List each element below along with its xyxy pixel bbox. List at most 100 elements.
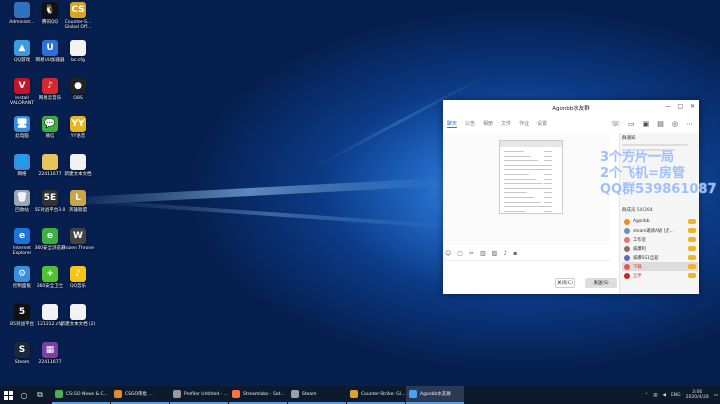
- desktop-icon[interactable]: 新建文本文档 (2): [60, 304, 96, 342]
- folder-icon[interactable]: ▥: [480, 250, 486, 257]
- chat-tab[interactable]: 作业: [519, 120, 529, 128]
- desktop-icon[interactable]: CS Counter-S... Global Off...: [60, 2, 96, 40]
- taskbar-app-label: Profiler Untitled - ...: [184, 391, 228, 397]
- app-icon: +: [42, 266, 58, 282]
- desktop-icon[interactable]: ● OBS: [60, 78, 96, 116]
- member-count: 群成员 54/264: [622, 208, 653, 213]
- app-icon: 5: [14, 304, 30, 320]
- chat-tab[interactable]: 文件: [501, 120, 511, 128]
- desktop-icon-label: 新建文本文档: [64, 172, 92, 177]
- desktop-icon[interactable]: YY YY语音: [60, 116, 96, 154]
- member-item[interactable]: 互伴: [622, 271, 698, 280]
- desktop-icon-label: YY语音: [70, 134, 86, 139]
- taskbar-app-button[interactable]: Agonbb水友群: [406, 386, 464, 404]
- notice-title: 群通知: [622, 136, 636, 141]
- desktop-icon[interactable]: 新建文本文档: [60, 154, 96, 192]
- taskbar-app-button[interactable]: Steam: [288, 386, 346, 404]
- notification-icon[interactable]: ▭: [714, 393, 718, 398]
- emoji-icon[interactable]: ☺: [445, 250, 451, 257]
- screen-share-icon[interactable]: ▣: [643, 120, 650, 128]
- phone-icon[interactable]: ☏: [611, 120, 620, 128]
- taskbar-app-button[interactable]: Counter-Strike: Gl...: [347, 386, 405, 404]
- scissors-icon[interactable]: ✂: [469, 250, 474, 257]
- app-icon[interactable]: ▤: [657, 120, 664, 128]
- tray-icon[interactable]: ⌃: [644, 393, 648, 398]
- taskbar: ○ ⧉ CS:GO News & C... CSGO审批 ... Profiler …: [0, 386, 720, 404]
- member-name: 威爆SS1旦超: [633, 255, 659, 261]
- image-icon[interactable]: ▧: [492, 250, 498, 257]
- close-icon[interactable]: ✕: [690, 103, 695, 110]
- close-button[interactable]: 关闭(C): [555, 278, 575, 288]
- doc-row: [544, 160, 552, 162]
- member-name: 下载: [633, 264, 642, 270]
- chat-tab[interactable]: 聊天: [447, 120, 458, 128]
- app-icon: [291, 390, 299, 398]
- maximize-icon[interactable]: □: [677, 103, 683, 110]
- avatar: [624, 254, 630, 261]
- desktop-icon-label: 英雄联盟: [69, 208, 87, 213]
- input-lang[interactable]: ENG: [671, 393, 681, 398]
- taskbar-app-label: Streamlabs - Sat...: [243, 391, 285, 397]
- doc-row: [544, 187, 552, 189]
- avatar: [624, 236, 630, 243]
- desktop-icon[interactable]: ♪ QQ音乐: [60, 266, 96, 304]
- window-titlebar[interactable]: Agonbb水友群 — □ ✕: [443, 100, 699, 116]
- gif-icon[interactable]: ▢: [457, 250, 463, 257]
- desktop-icon-label: 22411677: [38, 360, 62, 365]
- avatar: [624, 245, 630, 252]
- minimize-icon[interactable]: —: [665, 103, 671, 110]
- chat-tab[interactable]: 设置: [537, 120, 547, 128]
- task-view-icon[interactable]: ⧉: [32, 386, 48, 404]
- windows-logo-icon: [3, 390, 13, 400]
- desktop-icon[interactable]: ▦ 22411677: [32, 342, 68, 380]
- member-level-badge: [688, 264, 696, 269]
- chat-tab[interactable]: 相册: [483, 120, 493, 128]
- video-icon[interactable]: ▭: [628, 120, 635, 128]
- app-icon: ⚙: [14, 266, 30, 282]
- shared-screenshot-image[interactable]: [499, 140, 563, 214]
- start-button[interactable]: [0, 386, 16, 404]
- desktop-icon[interactable]: L 英雄联盟: [60, 190, 96, 228]
- send-button[interactable]: 发送(S): [585, 278, 617, 288]
- app-icon: S: [14, 342, 30, 358]
- taskbar-app-button[interactable]: Streamlabs - Sat...: [229, 386, 287, 404]
- doc-row: [504, 210, 525, 212]
- app-icon: 🖥: [14, 116, 30, 132]
- chat-tab[interactable]: 公告: [465, 120, 475, 128]
- taskbar-app-button[interactable]: CS:GO News & C...: [52, 386, 110, 404]
- app-icon: U: [42, 40, 58, 56]
- message-input[interactable]: [443, 260, 611, 294]
- app-icon: 👤: [14, 2, 30, 18]
- taskbar-app-button[interactable]: CSGO审批 ...: [111, 386, 169, 404]
- network-icon[interactable]: ▥: [653, 393, 657, 398]
- app-icon: ♪: [70, 266, 86, 282]
- member-level-badge: [688, 228, 696, 233]
- dice-icon[interactable]: ▪: [513, 250, 517, 257]
- taskbar-app-button[interactable]: Profiler Untitled - ...: [170, 386, 228, 404]
- avatar: [624, 272, 630, 279]
- doc-row: [544, 210, 552, 212]
- clock[interactable]: 3:06 2020/4/28: [686, 390, 709, 400]
- desktop-icon[interactable]: W Frozen Throne: [60, 228, 96, 266]
- member-item[interactable]: 威爆SS1旦超: [622, 253, 698, 262]
- overlay-line: 2个飞机=房管: [600, 166, 685, 181]
- mic-icon[interactable]: ♪: [503, 250, 507, 257]
- member-item[interactable]: Agonbb: [622, 217, 698, 226]
- more-icon[interactable]: ⋯: [686, 120, 693, 128]
- avatar: [624, 227, 630, 234]
- desktop-icon[interactable]: bc.cfg: [60, 40, 96, 78]
- member-item[interactable]: 下载: [622, 262, 698, 271]
- search-icon[interactable]: ◎: [672, 120, 678, 128]
- wallpaper-beam: [90, 199, 450, 229]
- member-item[interactable]: steam邀请A级 [尤…: [622, 226, 698, 235]
- cortana-search-icon[interactable]: ○: [16, 386, 32, 404]
- chat-message-area[interactable]: [443, 133, 609, 245]
- doc-row: [504, 174, 529, 175]
- app-icon: [350, 390, 358, 398]
- member-item[interactable]: 威爆利: [622, 244, 698, 253]
- taskbar-app-label: CSGO审批 ...: [125, 392, 153, 397]
- avatar: [624, 263, 630, 270]
- volume-icon[interactable]: ◀: [662, 393, 665, 398]
- member-name: steam邀请A级 [尤…: [633, 228, 674, 234]
- member-item[interactable]: 工作室: [622, 235, 698, 244]
